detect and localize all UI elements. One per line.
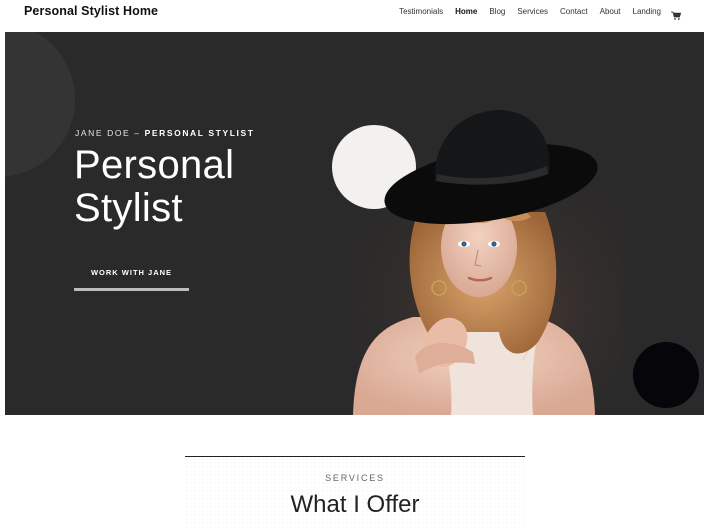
hero-title-line1: Personal [74,143,235,187]
nav-item-services[interactable]: Services [517,7,548,16]
cta-label: WORK WITH JANE [90,268,173,277]
nav-item-about[interactable]: About [600,7,621,16]
nav-item-blog[interactable]: Blog [489,7,505,16]
nav-item-landing[interactable]: Landing [633,7,661,16]
hero-title: Personal Stylist [74,144,234,230]
site-title[interactable]: Personal Stylist Home [24,4,158,18]
cart-icon[interactable] [671,7,682,20]
services-label: SERVICES [325,473,385,483]
nav-item-testimonials[interactable]: Testimonials [399,7,443,16]
work-with-jane-button[interactable]: WORK WITH JANE [74,257,189,291]
services-section: SERVICES What I Offer [185,456,525,530]
nav-item-home[interactable]: Home [455,7,477,16]
decorative-dark-circle [633,342,699,408]
hero-eyebrow-role: PERSONAL STYLIST [144,128,255,138]
stylist-portrait-image [323,110,623,415]
site-header: Personal Stylist Home Testimonials Home … [0,0,707,31]
decorative-circle [5,32,75,177]
hero-section: JANE DOE – PERSONAL STYLIST Personal Sty… [5,32,704,415]
services-heading: What I Offer [290,491,420,518]
hero-eyebrow: JANE DOE – PERSONAL STYLIST [75,128,255,138]
main-nav: Testimonials Home Blog Services Contact … [387,7,682,20]
hero-title-line2: Stylist [74,186,183,230]
nav-item-contact[interactable]: Contact [560,7,588,16]
hero-eyebrow-name: JANE DOE – [75,128,145,138]
cta-underline [74,288,189,291]
